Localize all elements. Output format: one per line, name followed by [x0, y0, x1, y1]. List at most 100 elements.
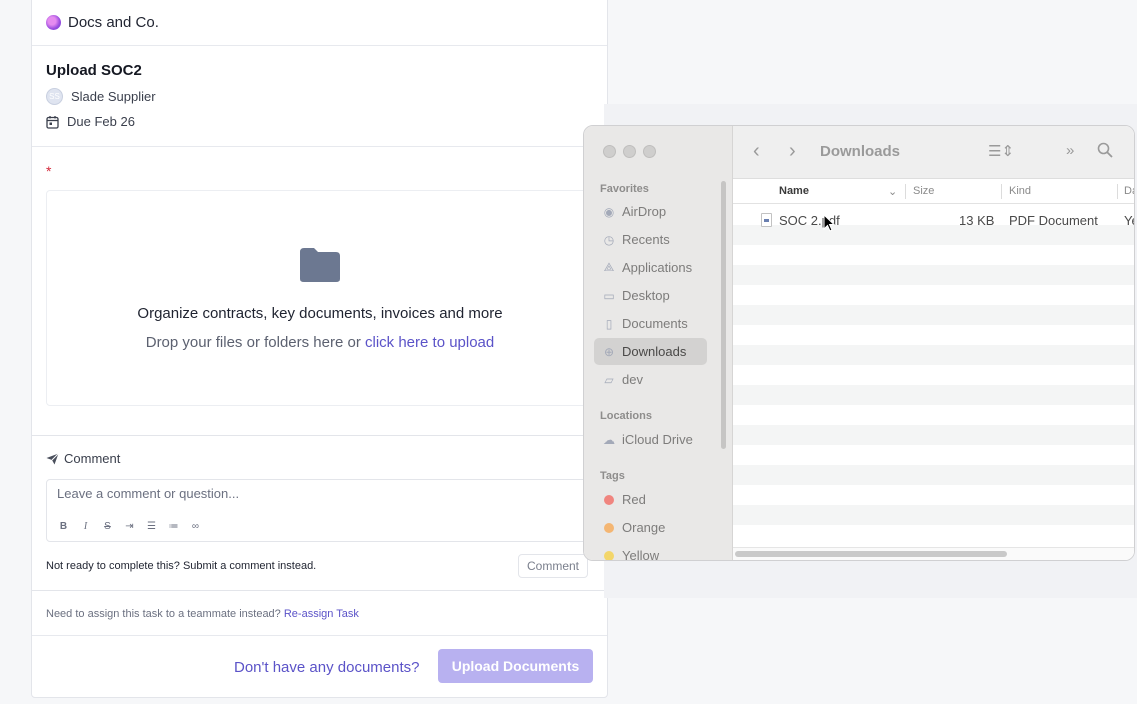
clock-icon: ◷ [603, 232, 615, 247]
sidebar-item-dev[interactable]: ▱ dev [594, 366, 707, 393]
horizontal-scrollbar[interactable] [735, 551, 1007, 557]
minimize-window-button[interactable] [623, 145, 636, 158]
company-header: Docs and Co. [46, 11, 159, 33]
sidebar-tag-orange[interactable]: Orange [594, 514, 707, 541]
file-list-background [733, 205, 1134, 545]
search-icon[interactable] [1097, 142, 1113, 162]
italic-icon[interactable]: I [79, 520, 92, 533]
numbered-list-icon[interactable]: ≔ [167, 520, 180, 533]
comment-editor: B I S ⇥ ☰ ≔ ∞ [46, 479, 606, 542]
column-name-header[interactable]: Name [779, 185, 809, 197]
dropzone-subtitle: Drop your files or folders here or click… [47, 334, 593, 351]
sidebar-item-label: Desktop [622, 288, 670, 303]
sidebar-tag-yellow[interactable]: Yellow [594, 542, 707, 561]
strikethrough-icon[interactable]: S [101, 520, 114, 533]
due-date: Due Feb 26 [67, 114, 135, 129]
divider [32, 45, 607, 46]
indent-icon[interactable]: ⇥ [123, 520, 136, 533]
yellow-tag-icon [604, 550, 614, 560]
finder-toolbar: ‹ › Downloads ☰⇕ » [733, 126, 1134, 179]
divider [32, 635, 607, 636]
orange-tag-icon [604, 522, 614, 533]
sidebar-item-label: dev [622, 372, 643, 387]
sidebar-item-label: Orange [622, 520, 666, 535]
sidebar-item-downloads[interactable]: ⊕ Downloads [594, 338, 707, 365]
cloud-icon: ☁ [603, 432, 615, 447]
assignee-row: SS Slade Supplier [46, 88, 156, 105]
sidebar-item-applications[interactable]: ⟁ Applications [594, 254, 707, 281]
reassign-task-link[interactable]: Re-assign Task [284, 608, 359, 620]
folder-icon: ▱ [604, 372, 614, 387]
column-separator [905, 184, 906, 199]
file-dropzone[interactable]: Organize contracts, key documents, invoi… [46, 190, 606, 406]
column-size-header[interactable]: Size [913, 185, 934, 197]
folder-icon [300, 248, 340, 282]
sidebar-item-airdrop[interactable]: ◉ AirDrop [594, 198, 707, 225]
upload-documents-button[interactable]: Upload Documents [438, 649, 593, 683]
mouse-cursor-icon [823, 214, 835, 232]
sidebar-scrollbar[interactable] [721, 181, 726, 449]
no-documents-link[interactable]: Don't have any documents? [234, 659, 419, 676]
more-toolbar-icon[interactable]: » [1066, 142, 1074, 159]
link-icon[interactable]: ∞ [189, 520, 202, 533]
finder-window: Favorites ◉ AirDrop ◷ Recents ⟁ Applicat… [583, 125, 1135, 561]
applications-icon: ⟁ [603, 260, 615, 274]
back-icon[interactable]: ‹ [753, 140, 760, 163]
sidebar-item-label: Yellow [622, 548, 660, 561]
document-icon: ▯ [605, 316, 613, 331]
company-logo-icon [46, 14, 61, 30]
sidebar-item-label: Red [622, 492, 646, 507]
column-headers: Name ⌄ Size Kind Da [733, 179, 1134, 204]
dropzone-title: Organize contracts, key documents, invoi… [137, 305, 503, 322]
click-to-upload-link[interactable]: click here to upload [365, 334, 494, 351]
list-view-icon[interactable]: ☰⇕ [988, 142, 1014, 160]
sidebar-item-documents[interactable]: ▯ Documents [594, 310, 707, 337]
bold-icon[interactable]: B [57, 520, 70, 533]
bullet-list-icon[interactable]: ☰ [145, 520, 158, 533]
sidebar-item-label: Documents [622, 316, 688, 331]
tags-section-label: Tags [600, 470, 625, 482]
dropzone-subtitle-text: Drop your files or folders here or [145, 334, 365, 351]
send-icon [46, 452, 59, 464]
comment-section: Comment B I S ⇥ ☰ ≔ ∞ Not ready to compl… [32, 435, 607, 591]
comment-submit-button[interactable]: Comment [518, 554, 589, 578]
file-row[interactable]: SOC 2.pdf 13 KB PDF Document Ye [733, 209, 1134, 231]
reassign-row: Need to assign this task to a teammate i… [46, 608, 359, 620]
sidebar-item-icloud-drive[interactable]: ☁ iCloud Drive [594, 426, 707, 453]
close-window-button[interactable] [603, 145, 616, 158]
column-separator [1117, 184, 1118, 199]
avatar: SS [46, 88, 63, 105]
red-tag-icon [604, 494, 614, 505]
sidebar-item-recents[interactable]: ◷ Recents [594, 226, 707, 253]
assignee-name: Slade Supplier [71, 89, 156, 104]
calendar-icon [46, 115, 59, 129]
sidebar-item-label: iCloud Drive [622, 432, 693, 447]
zoom-window-button[interactable] [643, 145, 656, 158]
sidebar-item-label: Applications [622, 260, 693, 275]
finder-main: ‹ › Downloads ☰⇕ » Name ⌄ Size Kind Da [733, 126, 1134, 560]
sidebar-item-label: AirDrop [622, 204, 667, 219]
comment-input[interactable] [57, 486, 557, 501]
finder-sidebar: Favorites ◉ AirDrop ◷ Recents ⟁ Applicat… [584, 126, 733, 561]
divider [32, 146, 607, 147]
favorites-section-label: Favorites [600, 183, 649, 195]
due-date-row: Due Feb 26 [46, 114, 135, 129]
airdrop-icon: ◉ [603, 204, 615, 219]
download-icon: ⊕ [603, 344, 615, 359]
sidebar-item-label: Downloads [622, 344, 687, 359]
sort-chevron-icon[interactable]: ⌄ [888, 185, 897, 198]
forward-icon[interactable]: › [789, 140, 796, 163]
column-date-header[interactable]: Da [1124, 185, 1134, 197]
not-ready-text: Not ready to complete this? Submit a com… [46, 560, 317, 572]
sidebar-item-label: Recents [622, 232, 670, 247]
task-title: Upload SOC2 [46, 62, 142, 79]
column-separator [1001, 184, 1002, 199]
sidebar-item-desktop[interactable]: ▭ Desktop [594, 282, 707, 309]
sidebar-tag-red[interactable]: Red [594, 486, 707, 513]
file-kind: PDF Document [1009, 213, 1098, 228]
comment-header: Comment [46, 451, 120, 466]
company-name: Docs and Co. [68, 13, 159, 31]
required-marker: * [46, 163, 52, 179]
comment-header-label: Comment [64, 451, 121, 466]
column-kind-header[interactable]: Kind [1009, 185, 1031, 197]
